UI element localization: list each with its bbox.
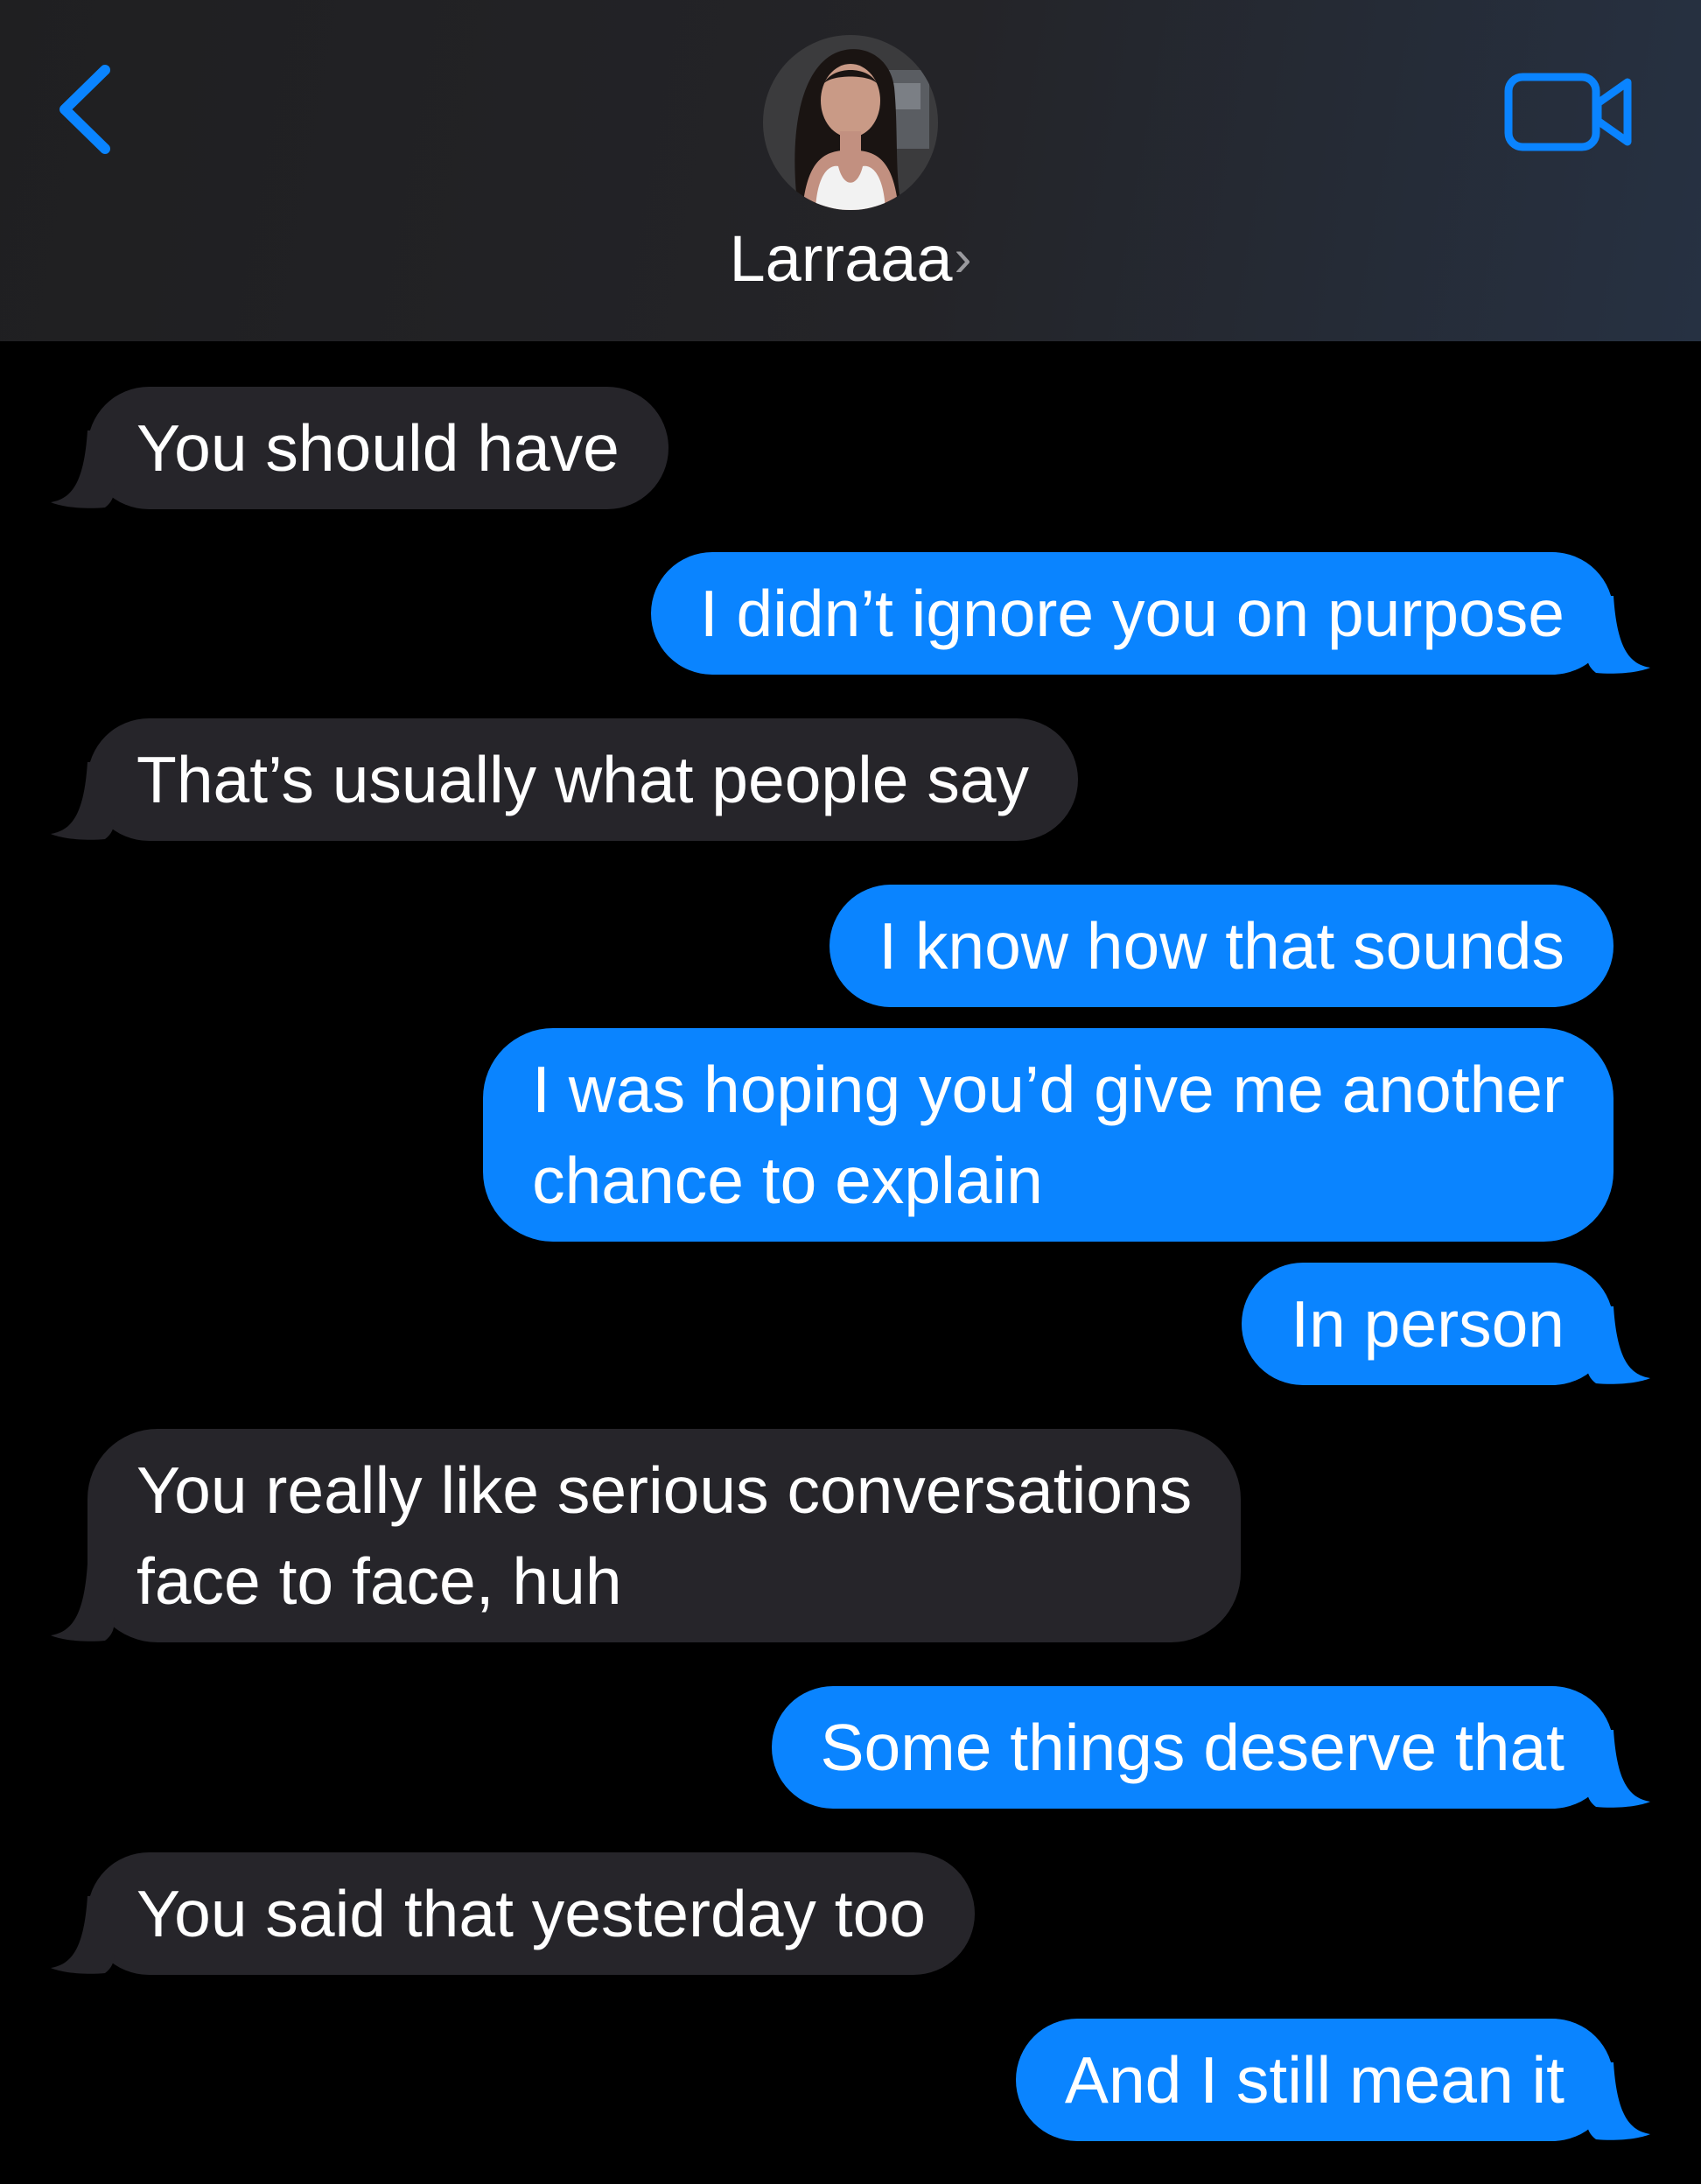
chevron-left-icon: [60, 65, 110, 154]
message-text-line: I was hoping you’d give me another: [532, 1053, 1564, 1126]
message-bubble-outgoing[interactable]: I know how that sounds: [830, 885, 1614, 1007]
message-bubble-outgoing[interactable]: I was hoping you’d give me another chanc…: [483, 1028, 1614, 1242]
facetime-button[interactable]: [1503, 70, 1634, 158]
bubble-tail: [1586, 2062, 1650, 2140]
bubble-tail: [1586, 596, 1650, 674]
bubble-tail: [51, 1896, 115, 1974]
message-bubble-outgoing[interactable]: And I still mean it: [1015, 2019, 1650, 2141]
message-bubble-outgoing[interactable]: In person: [1242, 1263, 1650, 1385]
back-button[interactable]: [54, 61, 124, 158]
message-text: You said that yesterday too: [136, 1877, 927, 1950]
message-bubble-outgoing[interactable]: Some things deserve that: [771, 1686, 1650, 1809]
message-text: You should have: [136, 411, 620, 485]
message-bubble-outgoing[interactable]: I didn’t ignore you on purpose: [650, 552, 1650, 675]
message-text: And I still mean it: [1064, 2043, 1564, 2117]
message-bubble-incoming[interactable]: That’s usually what people say: [51, 718, 1079, 841]
contact-avatar[interactable]: [763, 35, 938, 210]
conversation-header: Larraaa›: [0, 0, 1701, 341]
contact-name-label: Larraaa: [729, 222, 953, 295]
bubble-tail: [1586, 1730, 1650, 1808]
message-bubble-incoming[interactable]: You really like serious conversations fa…: [51, 1429, 1242, 1642]
contact-name[interactable]: Larraaa›: [0, 219, 1701, 298]
message-bubble-incoming[interactable]: You should have: [51, 387, 668, 509]
avatar-photo: [763, 35, 938, 210]
message-text: Some things deserve that: [820, 1711, 1565, 1784]
bubble-tail: [51, 1564, 115, 1642]
bubble-tail: [51, 762, 115, 840]
chevron-right-icon: ›: [954, 228, 972, 287]
message-text: I know how that sounds: [878, 909, 1564, 983]
bubble-tail: [1586, 1306, 1650, 1384]
message-bubble-incoming[interactable]: You said that yesterday too: [51, 1852, 976, 1975]
bubble-tail: [51, 430, 115, 508]
message-text-line: face to face, huh: [136, 1544, 622, 1618]
message-text: I didn’t ignore you on purpose: [699, 577, 1564, 650]
message-text: That’s usually what people say: [136, 743, 1030, 816]
message-text-line: chance to explain: [532, 1144, 1043, 1217]
video-camera-icon: [1504, 73, 1632, 151]
message-text-line: You really like serious conversations: [136, 1453, 1193, 1527]
message-text: In person: [1291, 1287, 1564, 1361]
